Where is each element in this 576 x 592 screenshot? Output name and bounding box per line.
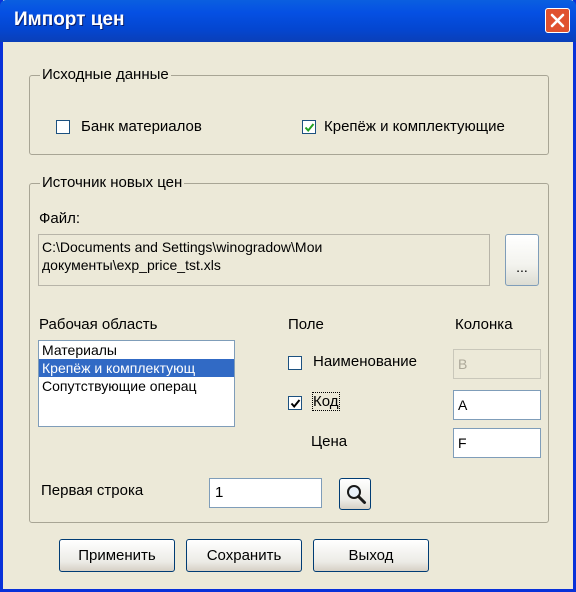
close-icon — [550, 13, 565, 28]
title-bar[interactable]: Импорт цен — [0, 0, 576, 42]
window-title: Импорт цен — [14, 9, 125, 30]
checkmark-icon — [304, 123, 315, 133]
code-label[interactable]: Код — [312, 392, 340, 411]
code-checkbox[interactable] — [288, 396, 302, 410]
fasteners-label[interactable]: Крепёж и комплектующие — [324, 118, 505, 135]
list-item-materials[interactable]: Материалы — [39, 341, 234, 359]
file-path-line-1: C:\Documents and Settings\winogradow\Мои — [42, 239, 323, 255]
new-prices-source-legend: Источник новых цен — [40, 174, 185, 191]
first-row-input[interactable]: 1 — [209, 478, 322, 508]
name-column-input[interactable]: B — [453, 349, 541, 379]
field-column-header: Поле — [288, 316, 324, 333]
list-item-related-operations[interactable]: Сопутствующие операц — [39, 377, 234, 395]
file-label: Файл: — [39, 210, 81, 227]
bank-materials-checkbox[interactable] — [56, 120, 70, 134]
work-area-label: Рабочая область — [39, 316, 158, 333]
magnifier-icon — [347, 485, 366, 504]
name-label[interactable]: Наименование — [313, 353, 417, 370]
import-prices-dialog: Импорт цен Исходные данные Банк материал… — [0, 0, 576, 592]
work-area-listbox[interactable]: Материалы Крепёж и комплектующ Сопутству… — [38, 340, 235, 427]
code-column-input[interactable]: A — [453, 390, 541, 420]
file-path-line-2: документы\exp_price_tst.xls — [42, 257, 221, 273]
fasteners-checkbox[interactable] — [302, 120, 316, 134]
name-checkbox[interactable] — [288, 356, 302, 370]
source-data-legend: Исходные данные — [40, 66, 171, 83]
save-button[interactable]: Сохранить — [186, 539, 302, 572]
price-label: Цена — [311, 433, 348, 450]
exit-button[interactable]: Выход — [313, 539, 429, 572]
preview-button[interactable] — [339, 478, 371, 510]
first-row-label: Первая строка — [41, 482, 144, 499]
browse-button[interactable]: ... — [505, 234, 539, 286]
file-path-field[interactable]: C:\Documents and Settings\winogradow\Мои… — [38, 234, 490, 286]
close-button[interactable] — [545, 8, 570, 33]
bank-materials-label[interactable]: Банк материалов — [81, 118, 202, 135]
checkmark-icon — [290, 399, 301, 409]
price-column-input[interactable]: F — [453, 428, 541, 458]
apply-button[interactable]: Применить — [59, 539, 175, 572]
source-data-group: Исходные данные — [29, 66, 549, 155]
list-item-fasteners[interactable]: Крепёж и комплектующ — [39, 359, 234, 377]
column-column-header: Колонка — [455, 316, 513, 333]
